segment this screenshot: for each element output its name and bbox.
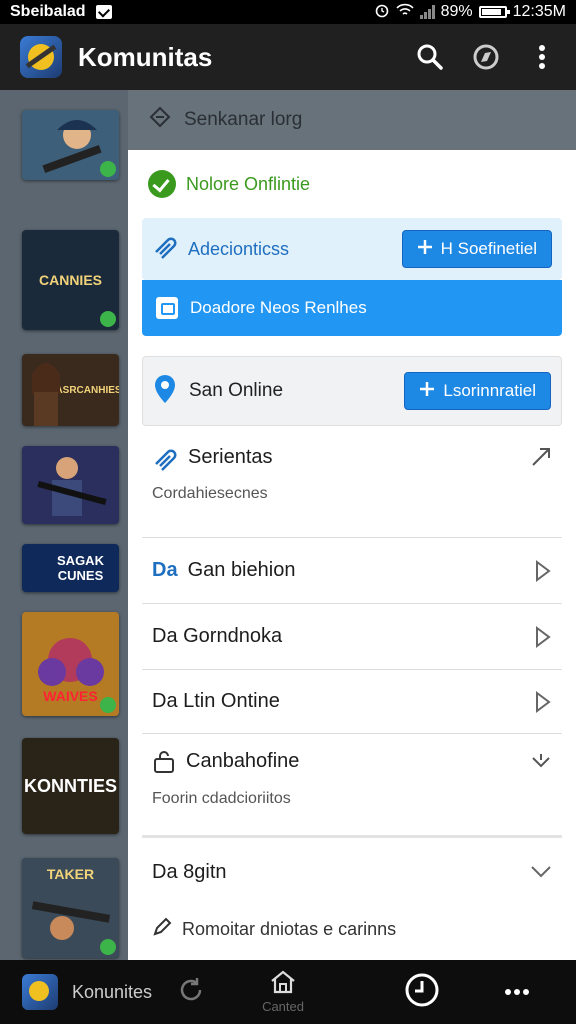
game-tile[interactable]: WAIVES	[22, 612, 119, 716]
location-pin-icon	[153, 374, 177, 409]
list-item[interactable]: Romoitar dniotas e carinns	[142, 902, 562, 956]
join-button-label: Lsorinnratiel	[443, 381, 536, 400]
compass-icon[interactable]	[472, 43, 500, 71]
panel-header-title: Senkanar lorg	[184, 109, 303, 130]
plus-icon	[419, 381, 435, 402]
game-title: CANNIES	[38, 272, 102, 288]
card-active-label: Adecionticss	[188, 238, 290, 259]
edit-icon[interactable]	[148, 105, 172, 135]
app-title: Komunitas	[78, 41, 213, 72]
carrier-name: Sbeibalad	[10, 3, 86, 20]
list-item-title: Da Ltin Ontine	[152, 690, 280, 712]
play-icon[interactable]	[534, 690, 552, 714]
play-icon[interactable]	[534, 625, 552, 649]
battery-percent: 89%	[440, 3, 473, 20]
clock: 12:35M	[512, 3, 566, 20]
game-tile[interactable]: SAGAK CUNES	[22, 544, 119, 592]
card-active[interactable]: Adecionticss H Soefinetiel	[142, 218, 562, 280]
card-selected-label: Doadore Neos Renlhes	[190, 298, 367, 317]
mail-notification-icon	[95, 5, 112, 19]
bottom-nav: Konunites Canted	[0, 960, 576, 1024]
collapse-icon[interactable]	[530, 750, 552, 772]
list-item[interactable]: Da Gan biehion	[142, 538, 562, 604]
home-icon	[270, 970, 296, 999]
status-bar: Sbeibalad 89% 12:35M	[0, 0, 576, 24]
tag-icon	[152, 234, 178, 265]
game-tile[interactable]: KONNTIES	[22, 738, 119, 834]
row-prefix: Da	[152, 559, 178, 581]
alarm-icon	[374, 2, 390, 23]
app-logo	[20, 36, 62, 78]
pencil-icon	[152, 917, 172, 942]
lock-icon	[152, 750, 176, 780]
game-tile[interactable]: TAKER	[22, 858, 119, 958]
search-icon[interactable]	[416, 43, 444, 71]
card-location[interactable]: San Online Lsorinnratiel	[142, 356, 562, 426]
panel-header: Senkanar lorg	[128, 90, 576, 150]
list-item-subtitle: Foorin cdadcioriitos	[152, 790, 291, 807]
game-title: SAGAK CUNES	[57, 553, 104, 583]
game-title: KONNTIES	[23, 775, 117, 796]
chevron-down-icon[interactable]	[530, 865, 552, 879]
add-button-label: H Soefinetiel	[440, 239, 537, 258]
battery-icon	[478, 6, 510, 18]
list-item-title: Da Gorndnoka	[152, 625, 283, 647]
plus-icon	[417, 239, 433, 260]
document-icon	[156, 297, 178, 319]
app-bar: Komunitas	[0, 24, 576, 90]
wifi-icon	[396, 3, 414, 22]
community-panel: Senkanar lorg Nolore Onflintie Adecionti…	[128, 90, 576, 960]
check-icon	[148, 170, 176, 198]
list-item-title: Gan biehion	[187, 559, 296, 581]
list-item[interactable]: Da Gorndnoka	[142, 604, 562, 670]
game-list: CANNIES ASRCANHIES SAGAK CUNES WAIVES KO…	[0, 90, 128, 960]
list-item-title: Serientas	[188, 446, 273, 468]
online-status: Nolore Onflintie	[148, 170, 310, 198]
list-item-subtitle: Cordahiesecnes	[152, 485, 268, 502]
more-horiz-icon[interactable]	[504, 983, 530, 1001]
game-title: WAIVES	[43, 688, 98, 704]
app-logo[interactable]	[22, 974, 58, 1010]
refresh-icon[interactable]	[176, 975, 206, 1010]
home-tab[interactable]: Canted	[262, 970, 304, 1014]
clock-icon[interactable]	[404, 972, 440, 1013]
game-tile[interactable]: CANNIES	[22, 230, 119, 330]
card-selected[interactable]: Doadore Neos Renlhes	[142, 280, 562, 336]
play-icon[interactable]	[534, 559, 552, 583]
join-button[interactable]: Lsorinnratiel	[404, 372, 551, 410]
more-vert-icon[interactable]	[528, 43, 556, 71]
list-item-title: Canbahofine	[186, 750, 300, 772]
list-item[interactable]: Da Ltin Ontine	[142, 670, 562, 734]
list-item[interactable]: Canbahofine	[142, 734, 562, 838]
game-tile[interactable]: ASRCANHIES	[22, 354, 119, 426]
game-tile[interactable]	[22, 110, 119, 180]
list-item-title: Da 8gitn	[152, 860, 227, 883]
expand-icon[interactable]	[530, 446, 552, 468]
list-item-title: Romoitar dniotas e carinns	[182, 918, 397, 939]
list-item[interactable]: Da 8gitn	[142, 842, 562, 902]
home-tab-label: Canted	[262, 999, 304, 1014]
game-title: TAKER	[46, 866, 95, 882]
card-location-label: San Online	[189, 380, 284, 401]
game-tile[interactable]	[22, 446, 119, 524]
online-status-label: Nolore Onflintie	[186, 173, 311, 194]
status-icons: 89% 12:35M	[374, 2, 566, 23]
add-button[interactable]: H Soefinetiel	[401, 230, 552, 268]
signal-icon	[419, 5, 435, 19]
tag-icon	[152, 446, 178, 478]
bottom-nav-title: Konunites	[72, 981, 153, 1002]
